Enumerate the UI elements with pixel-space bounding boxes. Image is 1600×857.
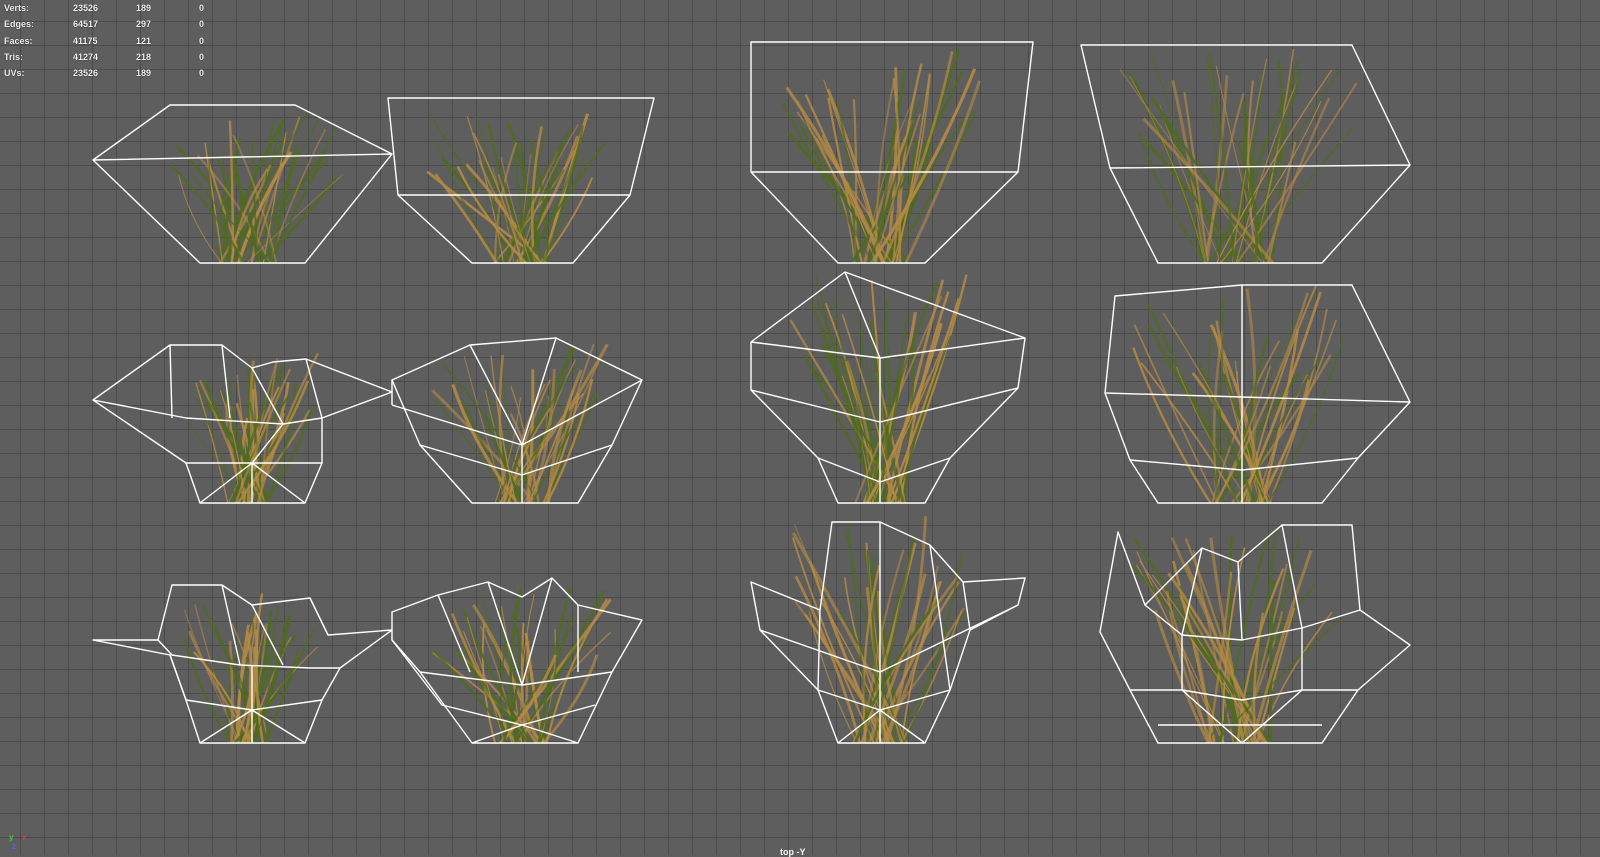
axis-x-label: x [22,833,27,842]
grass-blade [1256,374,1309,504]
grass-blade [1151,56,1208,264]
axis-z-label: z [12,842,16,851]
viewport-top[interactable]: Verts: 23526 189 0 Edges: 64517 297 0 Fa… [0,0,1600,857]
grass-blade [781,102,875,264]
grass-blade [1268,579,1275,744]
axis-y-label: y [9,833,14,842]
scene-meshes[interactable] [0,0,1600,855]
grass-blade [791,537,875,744]
view-axis-indicator: y x z [6,833,36,855]
camera-view-label: top -Y [780,847,806,857]
grass-blade [1140,362,1240,504]
grass-blade [1129,75,1206,264]
